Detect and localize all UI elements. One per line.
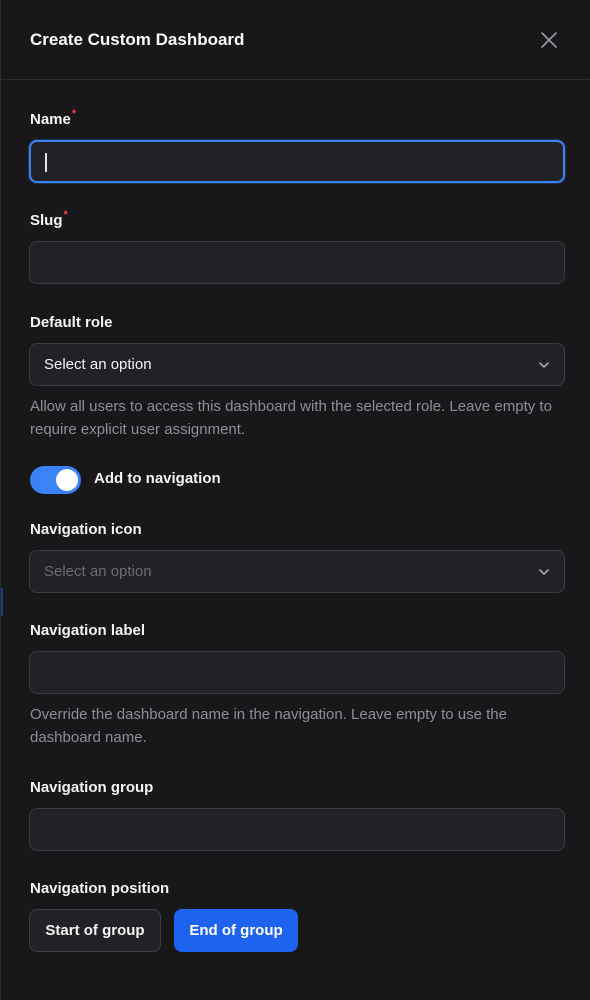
chevron-down-icon [539, 362, 549, 368]
slug-label: Slug* [30, 209, 68, 229]
name-label: Name* [30, 108, 77, 128]
default-role-value: Select an option [44, 356, 152, 373]
navigation-group-input[interactable] [30, 809, 564, 850]
text-caret [45, 153, 47, 172]
modal-title: Create Custom Dashboard [30, 29, 245, 49]
create-dashboard-modal: Create Custom Dashboard Name* Slug* Defa… [0, 0, 590, 1000]
name-field[interactable] [29, 140, 565, 183]
add-to-navigation-toggle[interactable] [30, 466, 81, 494]
side-indicator [1, 588, 3, 616]
navigation-label-label: Navigation label [30, 622, 146, 639]
navigation-group-label: Navigation group [30, 779, 154, 796]
close-button[interactable] [538, 29, 560, 51]
navigation-group-field[interactable] [29, 808, 565, 851]
chevron-down-icon [539, 569, 549, 575]
navigation-position-label: Navigation position [30, 880, 170, 897]
end-of-group-button[interactable]: End of group [174, 909, 298, 952]
slug-field[interactable] [29, 241, 565, 284]
add-to-navigation-label: Add to navigation [94, 470, 221, 487]
navigation-icon-placeholder: Select an option [44, 563, 152, 580]
slug-required-mark: * [63, 209, 68, 221]
name-required-mark: * [71, 108, 77, 120]
slug-label-text: Slug [30, 212, 63, 229]
name-label-text: Name [30, 111, 71, 128]
default-role-help: Allow all users to access this dashboard… [30, 398, 552, 438]
close-icon [541, 31, 557, 48]
navigation-label-field[interactable] [29, 651, 565, 694]
toggle-knob [56, 469, 78, 491]
default-role-select[interactable]: Select an option [29, 343, 565, 386]
start-of-group-button[interactable]: Start of group [29, 909, 161, 952]
slug-input[interactable] [30, 242, 564, 283]
navigation-icon-label: Navigation icon [30, 521, 142, 538]
name-input[interactable] [31, 142, 563, 181]
modal-header: Create Custom Dashboard [1, 0, 590, 80]
navigation-icon-select[interactable]: Select an option [29, 550, 565, 593]
navigation-label-input[interactable] [30, 652, 564, 693]
default-role-label: Default role [30, 314, 113, 331]
navigation-label-help: Override the dashboard name in the navig… [30, 706, 507, 746]
